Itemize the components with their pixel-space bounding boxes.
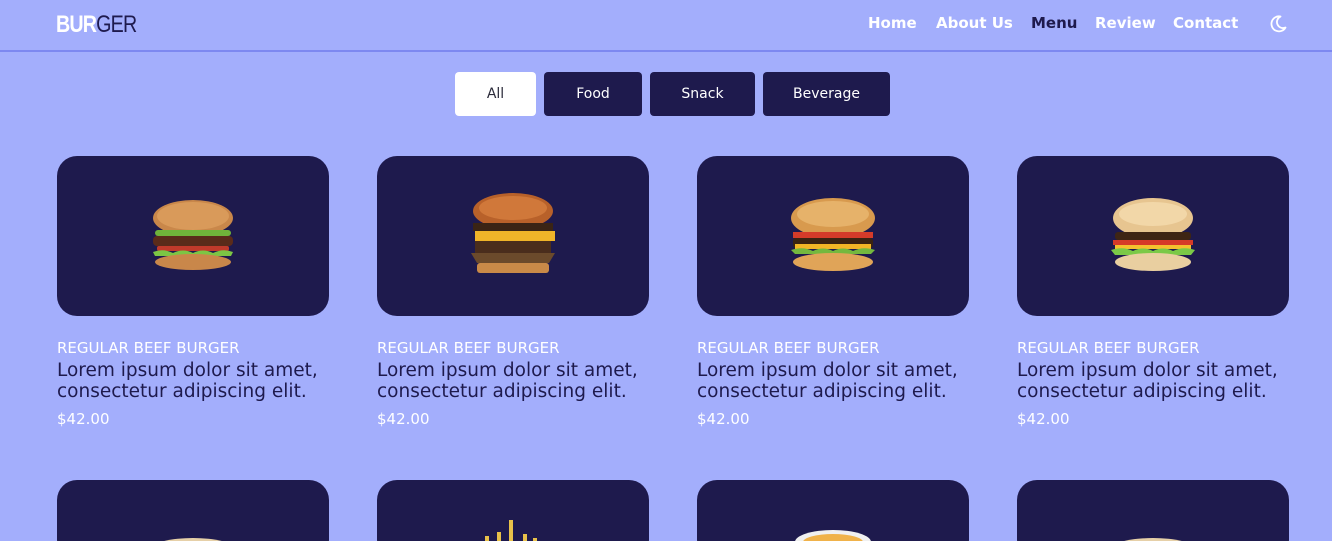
- product-price: $42.00: [57, 410, 110, 428]
- brand-logo-part2: GER: [96, 11, 137, 38]
- filter-food[interactable]: Food: [544, 72, 642, 116]
- product-card[interactable]: [1017, 480, 1289, 541]
- product-card[interactable]: [57, 480, 329, 541]
- product-category: REGULAR BEEF BURGER: [697, 339, 880, 357]
- filter-all[interactable]: All: [455, 72, 536, 116]
- nav-contact[interactable]: Contact: [1173, 14, 1238, 32]
- burger-photo: [153, 200, 233, 270]
- product-card[interactable]: REGULAR BEEF BURGER Lorem ipsum dolor si…: [697, 156, 969, 428]
- filter-snack[interactable]: Snack: [650, 72, 755, 116]
- nav-about-us[interactable]: About Us: [936, 14, 1013, 32]
- product-description: Lorem ipsum dolor sit amet, consectetur …: [377, 360, 638, 402]
- burger-photo: [791, 198, 875, 271]
- product-price: $42.00: [1017, 410, 1070, 428]
- nav-home[interactable]: Home: [868, 14, 917, 32]
- filter-beverage[interactable]: Beverage: [763, 72, 890, 116]
- product-description: Lorem ipsum dolor sit amet, consectetur …: [1017, 360, 1278, 402]
- burger-photo: [1111, 198, 1195, 271]
- product-card[interactable]: REGULAR BEEF BURGER Lorem ipsum dolor si…: [57, 156, 329, 428]
- product-description: Lorem ipsum dolor sit amet, consectetur …: [697, 360, 958, 402]
- product-category: REGULAR BEEF BURGER: [377, 339, 560, 357]
- brand-logo[interactable]: BURGER: [56, 11, 137, 39]
- product-image: [1017, 156, 1289, 316]
- product-category: REGULAR BEEF BURGER: [57, 339, 240, 357]
- product-card[interactable]: REGULAR BEEF BURGER Lorem ipsum dolor si…: [1017, 156, 1289, 428]
- product-card[interactable]: REGULAR BEEF BURGER Lorem ipsum dolor si…: [377, 156, 649, 428]
- product-image: [697, 156, 969, 316]
- product-image: [795, 530, 871, 541]
- product-price: $42.00: [697, 410, 750, 428]
- product-image: [377, 156, 649, 316]
- nav-menu[interactable]: Menu: [1031, 14, 1077, 32]
- product-description: Lorem ipsum dolor sit amet, consectetur …: [57, 360, 318, 402]
- nav-review[interactable]: Review: [1095, 14, 1156, 32]
- product-card[interactable]: [377, 480, 649, 541]
- product-image: [1124, 538, 1182, 541]
- product-image: [164, 538, 222, 541]
- moon-icon[interactable]: [1268, 14, 1288, 34]
- product-category: REGULAR BEEF BURGER: [1017, 339, 1200, 357]
- product-price: $42.00: [377, 410, 430, 428]
- burger-photo: [471, 193, 555, 273]
- site-header: BURGER Home About Us Menu Review Contact: [0, 0, 1332, 52]
- product-card[interactable]: [697, 480, 969, 541]
- brand-logo-part1: BUR: [56, 11, 97, 38]
- product-image: [57, 156, 329, 316]
- product-image: [485, 520, 537, 541]
